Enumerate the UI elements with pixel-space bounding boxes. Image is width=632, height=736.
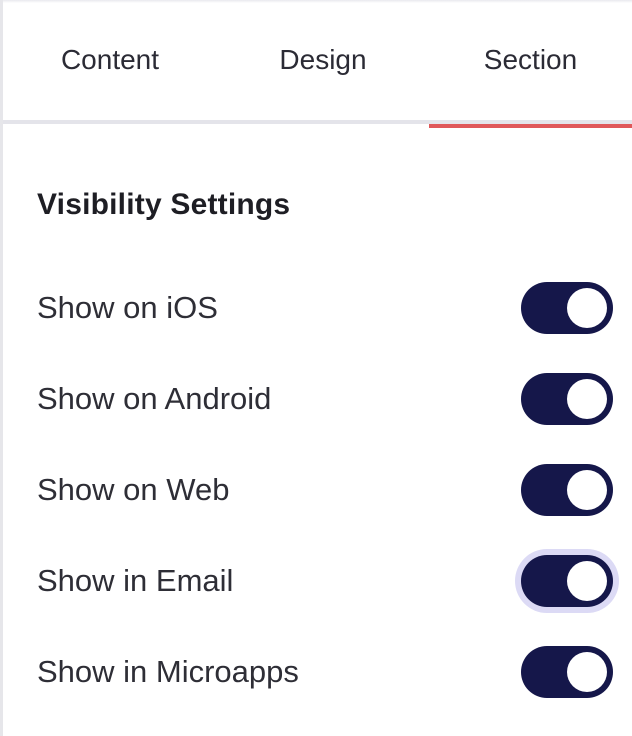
- setting-label-android: Show on Android: [37, 381, 272, 416]
- setting-row-ios: Show on iOS: [37, 278, 615, 338]
- toggle-knob: [567, 379, 607, 419]
- toggle-knob: [567, 652, 607, 692]
- setting-row-web: Show on Web: [37, 460, 615, 520]
- setting-label-microapps: Show in Microapps: [37, 654, 299, 689]
- tab-content[interactable]: Content: [3, 0, 217, 124]
- web-visibility-toggle[interactable]: [521, 464, 613, 516]
- ios-visibility-toggle[interactable]: [521, 282, 613, 334]
- section-settings-panel: Content Design Section Visibility Settin…: [0, 0, 632, 736]
- setting-label-email: Show in Email: [37, 563, 234, 598]
- email-visibility-toggle[interactable]: [521, 555, 613, 607]
- setting-row-microapps: Show in Microapps: [37, 642, 615, 702]
- toggle-knob: [567, 288, 607, 328]
- setting-label-ios: Show on iOS: [37, 290, 218, 325]
- tab-bar: Content Design Section: [3, 0, 632, 128]
- setting-label-web: Show on Web: [37, 472, 230, 507]
- tab-design[interactable]: Design: [217, 0, 429, 124]
- setting-row-email: Show in Email: [37, 551, 615, 611]
- setting-row-android: Show on Android: [37, 369, 615, 429]
- android-visibility-toggle[interactable]: [521, 373, 613, 425]
- microapps-visibility-toggle[interactable]: [521, 646, 613, 698]
- visibility-settings-heading: Visibility Settings: [37, 188, 291, 221]
- toggle-knob: [567, 561, 607, 601]
- toggle-knob: [567, 470, 607, 510]
- tab-section[interactable]: Section: [429, 0, 632, 128]
